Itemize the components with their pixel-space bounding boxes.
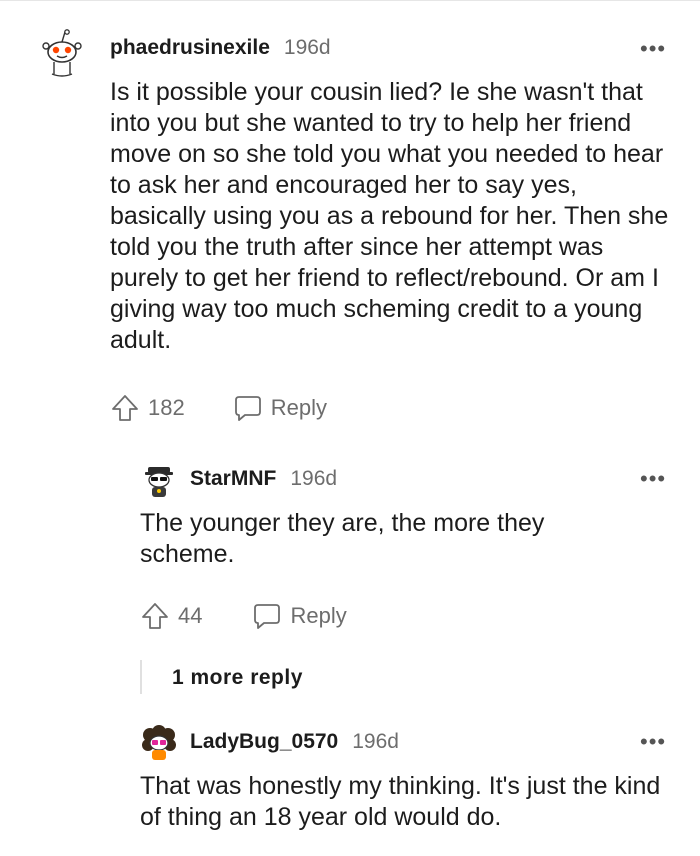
upvote-arrow-icon bbox=[112, 395, 138, 421]
reply-bubble-icon bbox=[234, 396, 261, 421]
vote-count: 44 bbox=[178, 603, 203, 628]
avatar[interactable] bbox=[140, 723, 178, 761]
more-options-icon[interactable]: ••• bbox=[640, 731, 666, 753]
comment-actions: 44 Reply bbox=[140, 601, 347, 631]
top-divider bbox=[0, 0, 700, 1]
reply-bubble-icon bbox=[254, 604, 281, 629]
comment-age: 196d bbox=[283, 36, 331, 59]
comment-age: 196d bbox=[352, 730, 399, 753]
username[interactable]: LadyBug_0570 bbox=[190, 730, 338, 754]
reply-label: Reply bbox=[270, 395, 327, 420]
snoo-avatar-icon bbox=[140, 461, 178, 499]
thread-line bbox=[140, 660, 142, 694]
reply-button[interactable]: Reply bbox=[252, 601, 347, 631]
snoo-avatar-icon bbox=[140, 723, 178, 761]
reply-label: Reply bbox=[290, 603, 347, 628]
avatar[interactable] bbox=[140, 461, 178, 499]
username[interactable]: StarMNF bbox=[190, 467, 276, 491]
avatar[interactable] bbox=[36, 28, 88, 80]
comment-author-row: StarMNF 196d bbox=[190, 467, 337, 491]
snoo-avatar-icon bbox=[36, 28, 88, 80]
more-options-icon[interactable]: ••• bbox=[640, 38, 666, 60]
username[interactable]: phaedrusinexile bbox=[110, 36, 270, 60]
comment-body: That was honestly my thinking. It's just… bbox=[140, 772, 661, 831]
comment-age: 196d bbox=[290, 467, 338, 490]
comment-author-row: LadyBug_0570 196d bbox=[190, 730, 399, 754]
comment-body: The younger they are, the more they sche… bbox=[140, 509, 545, 568]
reply-button[interactable]: Reply bbox=[233, 393, 327, 423]
comment-actions: 182 Reply bbox=[110, 393, 327, 423]
vote-count: 182 bbox=[148, 395, 185, 420]
more-replies-link[interactable]: 1 more reply bbox=[172, 666, 303, 690]
comment-body: Is it possible your cousin lied? Ie she … bbox=[110, 78, 669, 354]
more-options-icon[interactable]: ••• bbox=[640, 468, 666, 490]
upvote-button[interactable]: 44 bbox=[140, 601, 202, 631]
comment-author-row: phaedrusinexile 196d bbox=[110, 36, 331, 60]
upvote-button[interactable]: 182 bbox=[110, 393, 185, 423]
upvote-arrow-icon bbox=[142, 603, 168, 629]
